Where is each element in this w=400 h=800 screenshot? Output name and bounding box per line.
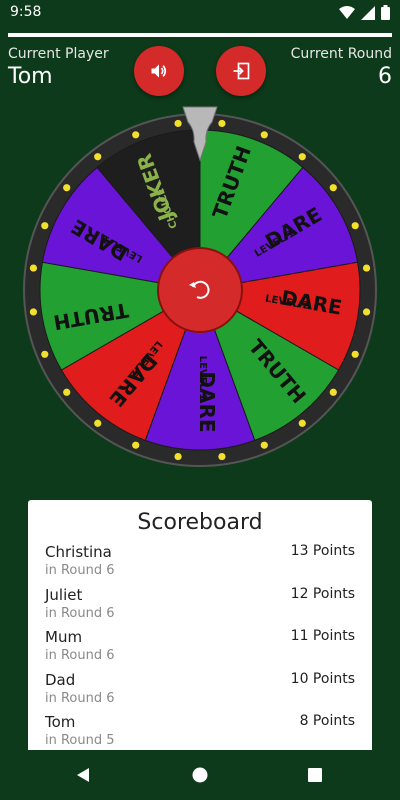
back-icon[interactable]	[75, 767, 91, 783]
round-progress-fill	[8, 33, 392, 37]
round-progress-bar	[8, 33, 392, 37]
score-row: Juliet in Round 6 12 Points	[28, 586, 372, 629]
volume-icon	[151, 64, 167, 78]
wheel-light	[41, 350, 49, 358]
exit-button[interactable]	[216, 46, 266, 96]
wheel-light	[218, 452, 226, 461]
player-points: 12 Points	[290, 585, 355, 602]
wheel-light	[29, 308, 38, 316]
player-round: in Round 6	[45, 690, 115, 706]
recents-icon[interactable]	[308, 768, 322, 782]
wheel-light	[63, 184, 71, 192]
battery-icon	[381, 5, 390, 20]
wifi-icon	[339, 5, 355, 19]
status-bar: 9:58	[0, 0, 400, 26]
wheel-light	[298, 419, 306, 427]
sound-button[interactable]	[134, 46, 184, 96]
score-row: Dad in Round 6 10 Points	[28, 671, 372, 714]
current-player-name: Tom	[8, 64, 53, 89]
wheel-light	[362, 308, 371, 316]
player-points: 8 Points	[299, 713, 355, 729]
wheel-light	[94, 419, 102, 427]
current-player-label: Current Player	[8, 46, 109, 62]
wheel-light	[298, 153, 306, 161]
wheel-light	[41, 222, 49, 230]
wheel-light	[329, 388, 337, 396]
wheel-light	[260, 441, 268, 449]
status-icons	[339, 5, 390, 20]
wheel-segment-sublabel: LEVEL 1	[197, 356, 208, 401]
score-row: Christina in Round 6 13 Points	[28, 543, 372, 586]
player-name: Christina	[45, 543, 112, 561]
wheel-light	[329, 184, 337, 192]
home-icon[interactable]	[192, 767, 208, 783]
player-name: Mum	[45, 628, 83, 646]
signal-icon	[361, 5, 375, 20]
scoreboard-title: Scoreboard	[137, 510, 263, 535]
wheel-light	[29, 264, 38, 272]
wheel-light	[351, 350, 359, 358]
wheel-light	[132, 131, 140, 139]
wheel-light	[351, 222, 359, 230]
player-round: in Round 6	[45, 563, 115, 578]
player-name: Juliet	[45, 585, 83, 604]
player-name: Dad	[45, 670, 76, 689]
player-round: in Round 6	[45, 648, 115, 663]
wheel-light	[218, 119, 226, 128]
exit-icon	[233, 62, 250, 80]
player-name: Tom	[45, 713, 76, 731]
wheel-light	[260, 131, 268, 139]
scoreboard-card: Scoreboard Christina in Round 6 13 Point…	[28, 500, 372, 760]
player-points: 11 Points	[290, 628, 355, 644]
wheel-light	[63, 388, 71, 396]
status-time: 9:58	[10, 4, 42, 20]
spin-button[interactable]	[157, 247, 243, 333]
wheel-light	[132, 441, 140, 449]
wheel-light	[362, 264, 371, 272]
current-round-label: Current Round	[290, 46, 392, 62]
player-round: in Round 6	[45, 605, 115, 621]
player-points: 10 Points	[290, 670, 355, 687]
navigation-bar	[0, 750, 400, 800]
wheel-light	[174, 452, 182, 461]
wheel-light	[94, 153, 102, 161]
player-round: in Round 5	[45, 733, 115, 748]
score-row: Mum in Round 6 11 Points	[28, 628, 372, 671]
player-points: 13 Points	[290, 543, 355, 559]
spin-wheel[interactable]: TRUTHDARELEVEL 1DARELEVEL 2TRUTHDARELEVE…	[0, 100, 400, 470]
current-round-value: 6	[378, 64, 392, 89]
wheel-light	[174, 119, 182, 128]
